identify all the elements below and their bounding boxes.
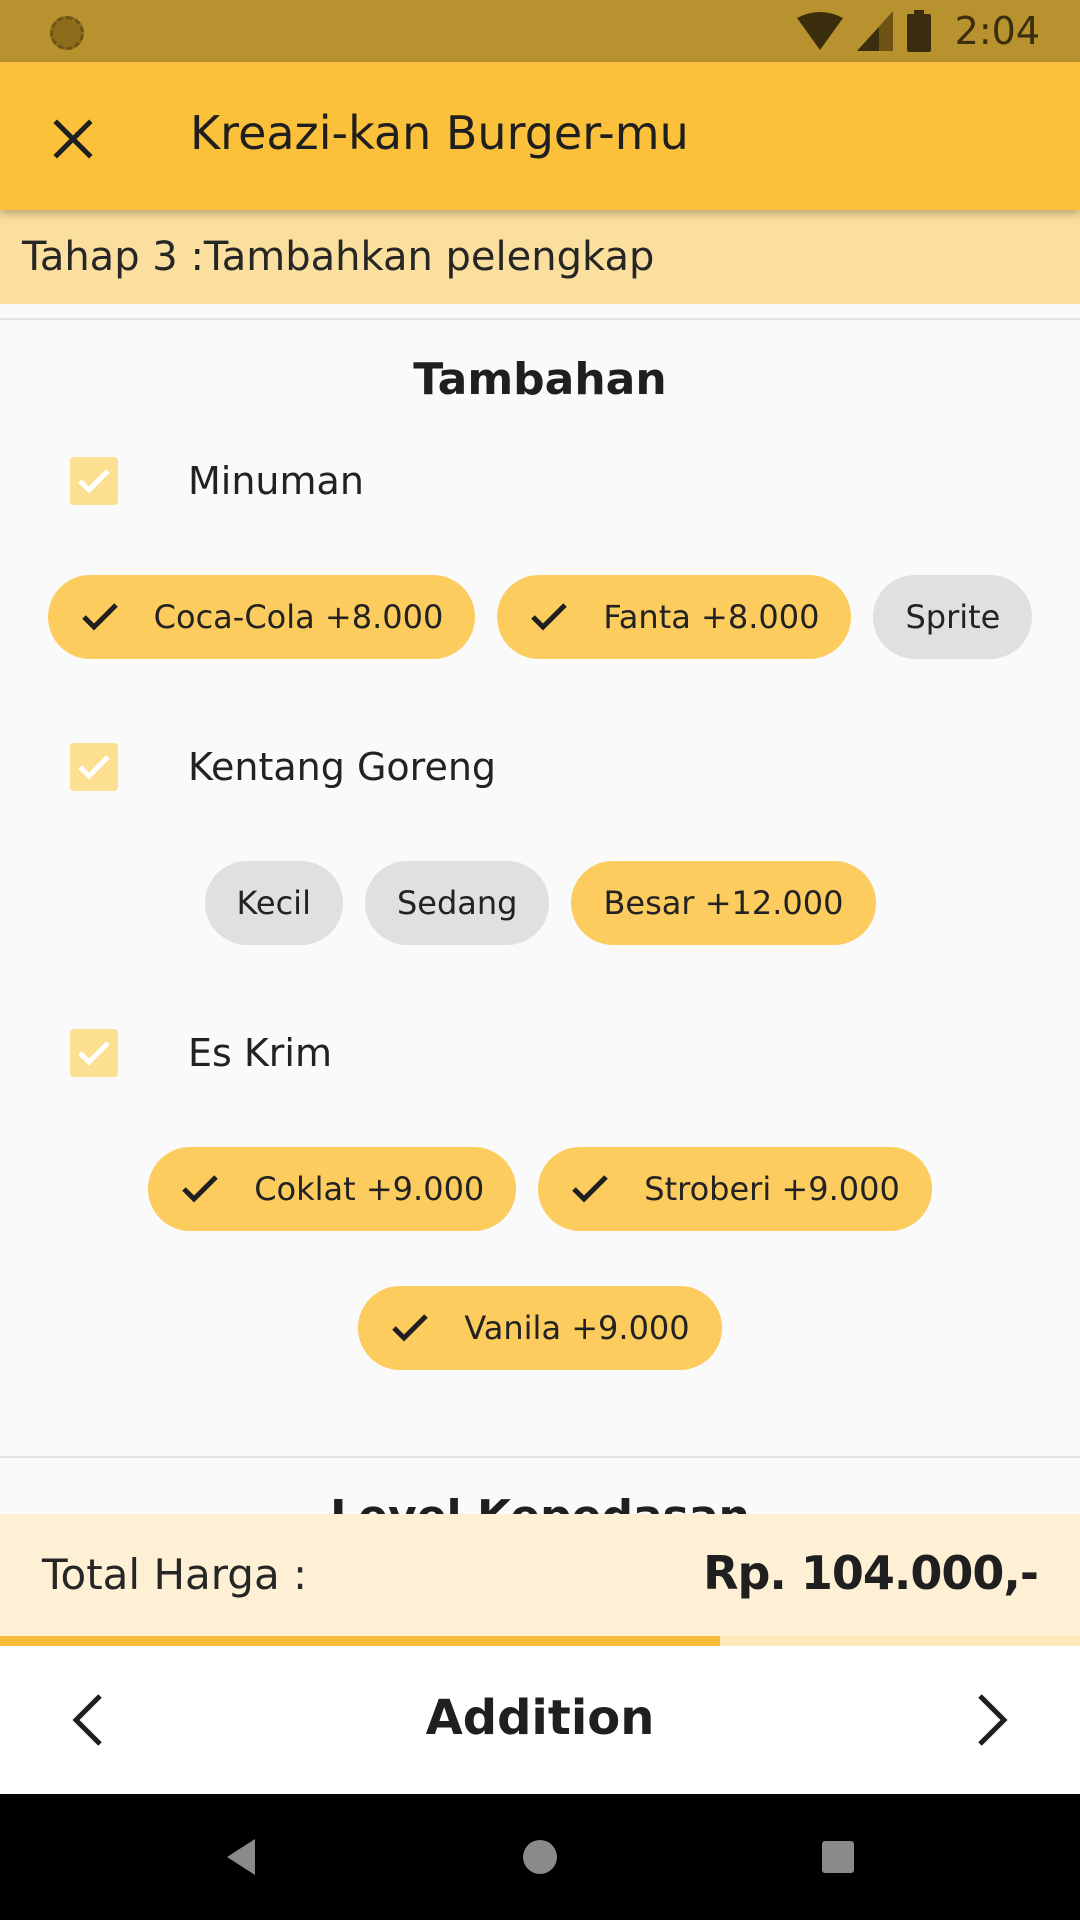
recents-square-icon — [822, 1841, 854, 1873]
check-icon — [78, 1041, 110, 1066]
chip-fanta[interactable]: Fanta +8.000 — [497, 575, 852, 659]
check-icon — [529, 597, 569, 637]
step-name: Addition — [425, 1690, 655, 1746]
status-bar: 2:04 — [0, 0, 1080, 62]
close-icon — [53, 119, 93, 159]
divider — [0, 318, 1080, 320]
option-label: Es Krim — [188, 1031, 333, 1075]
option-kentang-goreng[interactable]: Kentang Goreng — [70, 742, 496, 792]
es-krim-chips-row2: Vanila +9.000 — [0, 1286, 1080, 1370]
home-circle-icon — [523, 1840, 557, 1874]
page-title: Kreazi-kan Burger-mu — [190, 106, 689, 160]
back-button[interactable] — [208, 1824, 274, 1890]
close-button[interactable] — [34, 100, 112, 178]
chip-label: Coklat +9.000 — [254, 1170, 485, 1208]
recents-button[interactable] — [805, 1824, 871, 1890]
notification-icon — [50, 16, 84, 50]
option-minuman[interactable]: Minuman — [70, 456, 364, 506]
signal-icon — [856, 11, 893, 51]
section-title: Tambahan — [413, 354, 667, 405]
back-triangle-icon — [227, 1839, 255, 1875]
battery-icon — [906, 10, 931, 52]
check-icon — [80, 597, 120, 637]
chip-label: Kecil — [236, 884, 311, 922]
next-section-title: Level Kepedasan — [0, 1490, 1080, 1514]
option-es-krim[interactable]: Es Krim — [70, 1028, 332, 1078]
chip-label: Stroberi +9.000 — [644, 1170, 900, 1208]
step-label: Tahap 3 :Tambahkan pelengkap — [22, 234, 655, 280]
total-bar: Total Harga : Rp. 104.000,- — [0, 1514, 1080, 1636]
clock: 2:04 — [954, 9, 1040, 53]
total-value: Rp. 104.000,- — [703, 1546, 1039, 1600]
chip-label: Vanila +9.000 — [464, 1309, 690, 1347]
chip-label: Besar +12.000 — [603, 884, 844, 922]
chip-sedang[interactable]: Sedang — [364, 861, 550, 945]
bottom-navigation: Addition — [0, 1646, 1080, 1794]
app-bar: Kreazi-kan Burger-mu — [0, 62, 1080, 210]
next-button[interactable] — [952, 1680, 1032, 1760]
chevron-right-icon — [978, 1694, 1008, 1746]
check-icon — [78, 755, 110, 780]
check-icon — [78, 469, 110, 494]
chip-label: Sprite — [905, 598, 1001, 636]
check-icon — [180, 1169, 220, 1209]
kentang-goreng-chips: Kecil Sedang Besar +12.000 — [0, 861, 1080, 945]
kentang-goreng-checkbox[interactable] — [70, 743, 118, 791]
chip-stroberi[interactable]: Stroberi +9.000 — [538, 1147, 932, 1231]
chip-vanila[interactable]: Vanila +9.000 — [358, 1286, 722, 1370]
chip-coklat[interactable]: Coklat +9.000 — [148, 1147, 517, 1231]
chip-coca-cola[interactable]: Coca-Cola +8.000 — [47, 575, 476, 659]
divider — [0, 1456, 1080, 1458]
home-button[interactable] — [507, 1824, 573, 1890]
minuman-checkbox[interactable] — [70, 457, 118, 505]
status-icons: 2:04 — [796, 0, 1040, 62]
chip-label: Coca-Cola +8.000 — [153, 598, 444, 636]
chip-besar[interactable]: Besar +12.000 — [571, 861, 876, 945]
wifi-icon — [796, 12, 843, 50]
es-krim-chips-row1: Coklat +9.000 Stroberi +9.000 — [0, 1147, 1080, 1231]
total-label: Total Harga : — [42, 1550, 308, 1599]
minuman-chips: Coca-Cola +8.000 Fanta +8.000 Sprite — [0, 575, 1080, 659]
check-icon — [390, 1308, 430, 1348]
chip-sprite[interactable]: Sprite — [873, 575, 1033, 659]
chip-kecil[interactable]: Kecil — [204, 861, 343, 945]
step-banner: Tahap 3 :Tambahkan pelengkap — [0, 210, 1080, 304]
check-icon — [570, 1169, 610, 1209]
progress-fill — [0, 1636, 721, 1646]
es-krim-checkbox[interactable] — [70, 1029, 118, 1077]
progress-bar — [0, 1636, 1080, 1646]
chip-label: Sedang — [396, 884, 518, 922]
option-label: Minuman — [188, 459, 364, 503]
system-navigation-bar — [0, 1794, 1080, 1920]
chip-label: Fanta +8.000 — [603, 598, 820, 636]
option-label: Kentang Goreng — [188, 745, 497, 789]
